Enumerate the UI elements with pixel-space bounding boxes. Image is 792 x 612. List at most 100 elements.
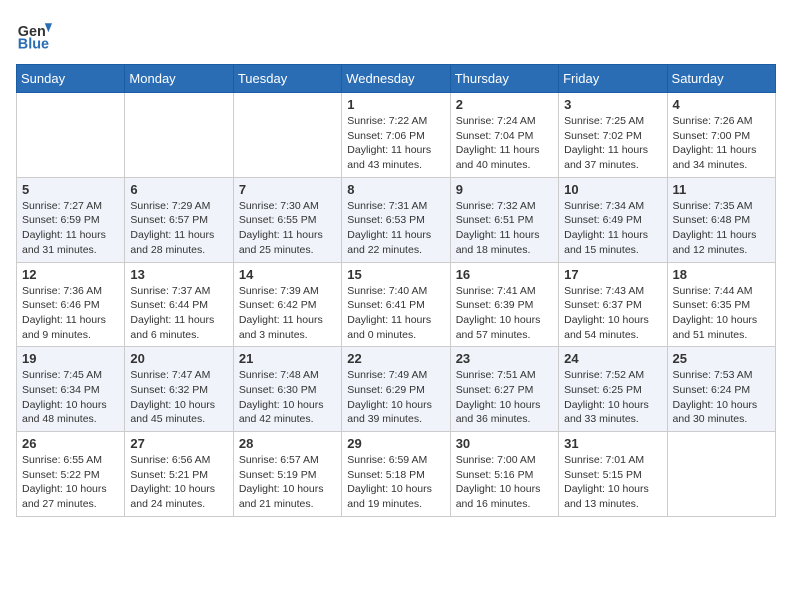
day-number: 26 [22,436,119,451]
calendar-day-cell: 19 Sunrise: 7:45 AM Sunset: 6:34 PM Dayli… [17,347,125,432]
calendar-day-cell: 6 Sunrise: 7:29 AM Sunset: 6:57 PM Daylig… [125,177,233,262]
calendar-day-cell: 11 Sunrise: 7:35 AM Sunset: 6:48 PM Dayli… [667,177,775,262]
day-info: Sunrise: 7:35 AM Sunset: 6:48 PM Dayligh… [673,199,770,258]
svg-text:Blue: Blue [18,36,49,52]
day-number: 15 [347,267,444,282]
calendar-table: SundayMondayTuesdayWednesdayThursdayFrid… [16,64,776,517]
calendar-day-cell: 29 Sunrise: 6:59 AM Sunset: 5:18 PM Dayli… [342,432,450,517]
calendar-day-cell: 10 Sunrise: 7:34 AM Sunset: 6:49 PM Dayli… [559,177,667,262]
day-number: 7 [239,182,336,197]
day-of-week-header: Thursday [450,65,558,93]
day-number: 3 [564,97,661,112]
day-number: 14 [239,267,336,282]
day-info: Sunrise: 7:43 AM Sunset: 6:37 PM Dayligh… [564,284,661,343]
day-info: Sunrise: 7:53 AM Sunset: 6:24 PM Dayligh… [673,368,770,427]
day-number: 2 [456,97,553,112]
day-number: 10 [564,182,661,197]
calendar-day-cell: 22 Sunrise: 7:49 AM Sunset: 6:29 PM Dayli… [342,347,450,432]
day-info: Sunrise: 7:27 AM Sunset: 6:59 PM Dayligh… [22,199,119,258]
logo-icon: Gen Blue [16,16,52,52]
day-number: 8 [347,182,444,197]
day-info: Sunrise: 7:49 AM Sunset: 6:29 PM Dayligh… [347,368,444,427]
day-info: Sunrise: 7:48 AM Sunset: 6:30 PM Dayligh… [239,368,336,427]
day-of-week-header: Friday [559,65,667,93]
calendar-day-cell: 28 Sunrise: 6:57 AM Sunset: 5:19 PM Dayli… [233,432,341,517]
calendar-day-cell [233,93,341,178]
calendar-week-row: 12 Sunrise: 7:36 AM Sunset: 6:46 PM Dayli… [17,262,776,347]
day-info: Sunrise: 7:41 AM Sunset: 6:39 PM Dayligh… [456,284,553,343]
day-of-week-header: Monday [125,65,233,93]
calendar-week-row: 26 Sunrise: 6:55 AM Sunset: 5:22 PM Dayli… [17,432,776,517]
day-number: 24 [564,351,661,366]
day-info: Sunrise: 6:59 AM Sunset: 5:18 PM Dayligh… [347,453,444,512]
calendar-day-cell: 24Sunrise: 7:52 AM Sunset: 6:25 PM Dayli… [559,347,667,432]
day-info: Sunrise: 6:55 AM Sunset: 5:22 PM Dayligh… [22,453,119,512]
calendar-day-cell: 4Sunrise: 7:26 AM Sunset: 7:00 PM Daylig… [667,93,775,178]
calendar-day-cell: 2 Sunrise: 7:24 AM Sunset: 7:04 PM Daylig… [450,93,558,178]
logo: Gen Blue [16,16,56,52]
day-number: 5 [22,182,119,197]
day-info: Sunrise: 7:01 AM Sunset: 5:15 PM Dayligh… [564,453,661,512]
day-number: 31 [564,436,661,451]
calendar-day-cell: 20 Sunrise: 7:47 AM Sunset: 6:32 PM Dayli… [125,347,233,432]
day-info: Sunrise: 6:56 AM Sunset: 5:21 PM Dayligh… [130,453,227,512]
day-info: Sunrise: 7:22 AM Sunset: 7:06 PM Dayligh… [347,114,444,173]
calendar-day-cell: 25 Sunrise: 7:53 AM Sunset: 6:24 PM Dayli… [667,347,775,432]
day-number: 18 [673,267,770,282]
calendar-day-cell: 12 Sunrise: 7:36 AM Sunset: 6:46 PM Dayli… [17,262,125,347]
calendar-day-cell: 1 Sunrise: 7:22 AM Sunset: 7:06 PM Daylig… [342,93,450,178]
day-info: Sunrise: 7:39 AM Sunset: 6:42 PM Dayligh… [239,284,336,343]
day-number: 16 [456,267,553,282]
calendar-day-cell: 5 Sunrise: 7:27 AM Sunset: 6:59 PM Daylig… [17,177,125,262]
day-number: 12 [22,267,119,282]
calendar-week-row: 1 Sunrise: 7:22 AM Sunset: 7:06 PM Daylig… [17,93,776,178]
day-of-week-header: Saturday [667,65,775,93]
day-of-week-header: Sunday [17,65,125,93]
calendar-day-cell: 26 Sunrise: 6:55 AM Sunset: 5:22 PM Dayli… [17,432,125,517]
calendar-day-cell: 7 Sunrise: 7:30 AM Sunset: 6:55 PM Daylig… [233,177,341,262]
calendar-day-cell: 3 Sunrise: 7:25 AM Sunset: 7:02 PM Daylig… [559,93,667,178]
calendar-day-cell: 21Sunrise: 7:48 AM Sunset: 6:30 PM Dayli… [233,347,341,432]
calendar-week-row: 5 Sunrise: 7:27 AM Sunset: 6:59 PM Daylig… [17,177,776,262]
calendar-day-cell [17,93,125,178]
day-info: Sunrise: 7:29 AM Sunset: 6:57 PM Dayligh… [130,199,227,258]
calendar-day-cell: 18Sunrise: 7:44 AM Sunset: 6:35 PM Dayli… [667,262,775,347]
day-number: 6 [130,182,227,197]
calendar-day-cell: 15 Sunrise: 7:40 AM Sunset: 6:41 PM Dayli… [342,262,450,347]
day-info: Sunrise: 7:37 AM Sunset: 6:44 PM Dayligh… [130,284,227,343]
calendar-week-row: 19 Sunrise: 7:45 AM Sunset: 6:34 PM Dayli… [17,347,776,432]
day-number: 17 [564,267,661,282]
day-number: 22 [347,351,444,366]
day-number: 1 [347,97,444,112]
day-number: 11 [673,182,770,197]
calendar-day-cell: 31 Sunrise: 7:01 AM Sunset: 5:15 PM Dayli… [559,432,667,517]
day-info: Sunrise: 7:45 AM Sunset: 6:34 PM Dayligh… [22,368,119,427]
calendar-header-row: SundayMondayTuesdayWednesdayThursdayFrid… [17,65,776,93]
day-info: Sunrise: 7:25 AM Sunset: 7:02 PM Dayligh… [564,114,661,173]
day-info: Sunrise: 6:57 AM Sunset: 5:19 PM Dayligh… [239,453,336,512]
day-info: Sunrise: 7:36 AM Sunset: 6:46 PM Dayligh… [22,284,119,343]
day-number: 29 [347,436,444,451]
calendar-day-cell: 13 Sunrise: 7:37 AM Sunset: 6:44 PM Dayli… [125,262,233,347]
day-info: Sunrise: 7:34 AM Sunset: 6:49 PM Dayligh… [564,199,661,258]
day-info: Sunrise: 7:40 AM Sunset: 6:41 PM Dayligh… [347,284,444,343]
day-number: 23 [456,351,553,366]
day-info: Sunrise: 7:30 AM Sunset: 6:55 PM Dayligh… [239,199,336,258]
day-number: 25 [673,351,770,366]
calendar-day-cell [125,93,233,178]
day-number: 20 [130,351,227,366]
day-number: 19 [22,351,119,366]
day-info: Sunrise: 7:00 AM Sunset: 5:16 PM Dayligh… [456,453,553,512]
day-number: 27 [130,436,227,451]
calendar-day-cell: 30Sunrise: 7:00 AM Sunset: 5:16 PM Dayli… [450,432,558,517]
calendar-day-cell: 17 Sunrise: 7:43 AM Sunset: 6:37 PM Dayli… [559,262,667,347]
calendar-day-cell: 9Sunrise: 7:32 AM Sunset: 6:51 PM Daylig… [450,177,558,262]
calendar-day-cell [667,432,775,517]
day-info: Sunrise: 7:47 AM Sunset: 6:32 PM Dayligh… [130,368,227,427]
day-info: Sunrise: 7:24 AM Sunset: 7:04 PM Dayligh… [456,114,553,173]
calendar-day-cell: 16 Sunrise: 7:41 AM Sunset: 6:39 PM Dayli… [450,262,558,347]
calendar-day-cell: 14 Sunrise: 7:39 AM Sunset: 6:42 PM Dayli… [233,262,341,347]
day-number: 28 [239,436,336,451]
day-number: 13 [130,267,227,282]
day-info: Sunrise: 7:51 AM Sunset: 6:27 PM Dayligh… [456,368,553,427]
